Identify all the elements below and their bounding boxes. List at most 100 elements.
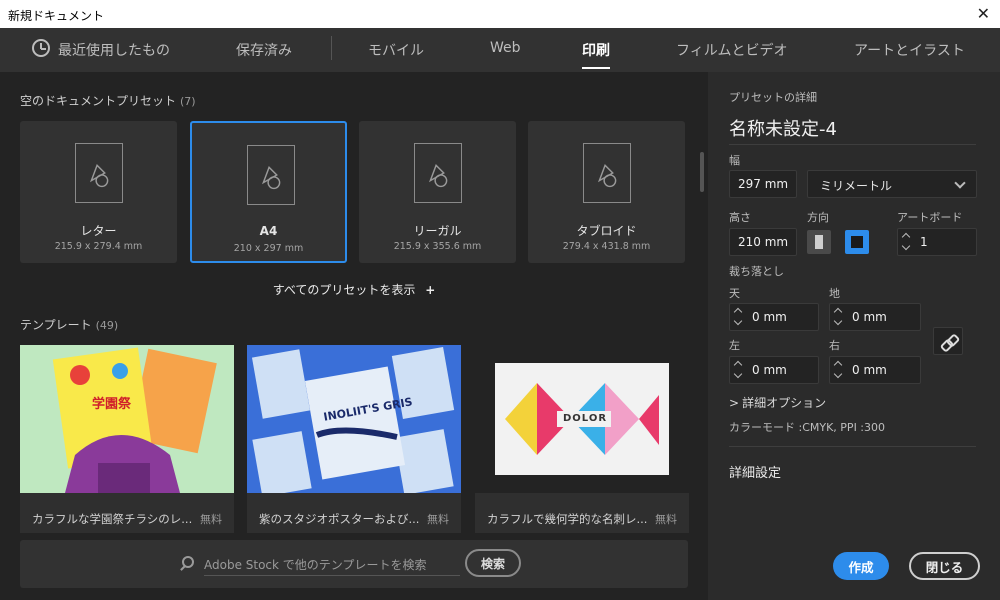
artboard-label: アートボード xyxy=(897,211,963,224)
close-icon[interactable]: ✕ xyxy=(977,4,990,23)
bleed-bottom-label: 地 xyxy=(829,287,840,300)
color-mode-info: カラーモード :CMYK, PPI :300 xyxy=(729,421,886,434)
link-icon[interactable] xyxy=(933,327,963,355)
tab-mobile[interactable]: モバイル xyxy=(368,40,424,60)
presets-title-label: 空のドキュメントプリセット xyxy=(20,94,177,108)
preset-name: レター xyxy=(80,224,117,238)
presets-count: (7) xyxy=(180,95,196,108)
landscape-orientation-button[interactable] xyxy=(845,230,869,254)
templates-count: (49) xyxy=(95,319,119,332)
portrait-orientation-button[interactable] xyxy=(807,230,831,254)
advanced-options-label: 詳細オプション xyxy=(742,396,827,410)
width-field[interactable]: 297 mm xyxy=(729,170,797,198)
bleed-bottom-field[interactable]: 0 mm xyxy=(829,303,921,331)
document-icon xyxy=(583,143,631,203)
preset-size: 210 x 297 mm xyxy=(233,243,304,254)
clock-icon xyxy=(32,39,50,57)
chevron-down-icon xyxy=(954,177,966,189)
landscape-icon xyxy=(851,236,863,248)
title-bar: 新規ドキュメント ✕ xyxy=(0,0,1000,28)
templates-title-label: テンプレート xyxy=(20,318,92,332)
template-price: 無料 xyxy=(427,513,449,526)
templates-section-title: テンプレート (49) xyxy=(20,316,118,333)
preset-size: 279.4 x 431.8 mm xyxy=(562,241,651,252)
template-card-studio-poster[interactable]: INOLIIT'S GRIS 紫のスタジオポスターおよび... 無料 xyxy=(247,345,461,533)
stock-search-bar: 検索 xyxy=(20,540,688,588)
unit-select[interactable]: ミリメートル xyxy=(807,170,977,198)
height-value: 210 mm xyxy=(738,235,789,249)
template-price: 無料 xyxy=(655,513,677,526)
template-thumbnail: INOLIIT'S GRIS xyxy=(247,345,461,493)
close-button[interactable]: 閉じる xyxy=(909,552,980,580)
bleed-right-label: 右 xyxy=(829,339,840,352)
stock-search-input[interactable] xyxy=(204,554,460,576)
template-thumbnail: DOLOR xyxy=(475,345,689,493)
height-label: 高さ xyxy=(729,211,751,224)
artboard-value: 1 xyxy=(920,235,928,249)
preset-browser: 空のドキュメントプリセット (7) レター 215.9 x 279.4 mm A4… xyxy=(0,72,708,600)
stepper-arrows-icon[interactable] xyxy=(833,359,845,381)
bleed-right-field[interactable]: 0 mm xyxy=(829,356,921,384)
bleed-top-label: 天 xyxy=(729,287,740,300)
stepper-arrows-icon[interactable] xyxy=(733,306,745,328)
document-icon xyxy=(247,145,295,205)
width-label: 幅 xyxy=(729,154,740,167)
create-button[interactable]: 作成 xyxy=(833,552,889,580)
studio-poster-image xyxy=(251,346,455,493)
template-price: 無料 xyxy=(200,513,222,526)
orientation-label: 方向 xyxy=(807,211,829,224)
card-thumb-text: DOLOR xyxy=(563,413,608,424)
tab-recent[interactable]: 最近使用したもの xyxy=(58,40,170,60)
template-name: カラフルな学園祭チラシのレ... xyxy=(32,512,193,526)
unit-value: ミリメートル xyxy=(820,179,893,193)
tab-web[interactable]: Web xyxy=(490,40,521,56)
preset-legal[interactable]: リーガル 215.9 x 355.6 mm xyxy=(359,121,516,263)
category-tabs: 最近使用したもの 保存済み モバイル Web 印刷 フィルムとビデオ アートとイ… xyxy=(0,28,1000,72)
document-icon xyxy=(75,143,123,203)
bleed-bottom-value: 0 mm xyxy=(852,310,887,324)
details-header: プリセットの詳細 xyxy=(729,91,817,104)
bleed-left-field[interactable]: 0 mm xyxy=(729,356,819,384)
bleed-left-label: 左 xyxy=(729,339,740,352)
document-name-field[interactable]: 名称未設定-4 xyxy=(729,115,837,141)
height-field[interactable]: 210 mm xyxy=(729,228,797,256)
tab-art-illustration[interactable]: アートとイラスト xyxy=(854,40,965,60)
search-icon xyxy=(182,556,194,568)
festival-thumb-text: 学園祭 xyxy=(92,397,132,412)
template-card-festival[interactable]: 学園祭 カラフルな学園祭チラシのレ... 無料 xyxy=(20,345,234,533)
preset-size: 215.9 x 279.4 mm xyxy=(54,241,143,252)
bleed-right-value: 0 mm xyxy=(852,363,887,377)
template-name: カラフルで幾何学的な名刺レ... xyxy=(487,512,648,526)
tab-saved[interactable]: 保存済み xyxy=(236,40,292,60)
active-tab-indicator xyxy=(582,67,610,69)
tab-film-video[interactable]: フィルムとビデオ xyxy=(676,40,787,60)
stepper-arrows-icon[interactable] xyxy=(833,306,845,328)
show-all-presets-link[interactable]: すべてのプリセットを表示 + xyxy=(0,281,708,298)
bleed-top-value: 0 mm xyxy=(752,310,787,324)
tab-separator xyxy=(331,36,332,60)
search-button[interactable]: 検索 xyxy=(465,549,521,577)
preset-name: A4 xyxy=(259,224,278,238)
template-card-business-card[interactable]: DOLOR カラフルで幾何学的な名刺レ... 無料 xyxy=(475,345,689,533)
preset-tabloid[interactable]: タブロイド 279.4 x 431.8 mm xyxy=(528,121,685,263)
preset-name: リーガル xyxy=(413,224,462,238)
preset-name: タブロイド xyxy=(576,224,637,238)
stepper-arrows-icon[interactable] xyxy=(733,359,745,381)
advanced-options-toggle[interactable]: > 詳細オプション xyxy=(729,394,826,411)
stepper-arrows-icon[interactable] xyxy=(901,231,913,253)
tab-print[interactable]: 印刷 xyxy=(582,40,610,60)
preset-details-panel: プリセットの詳細 名称未設定-4 幅 297 mm ミリメートル 高さ 210 … xyxy=(710,72,1000,600)
bleed-top-field[interactable]: 0 mm xyxy=(729,303,819,331)
template-thumbnail: 学園祭 xyxy=(20,345,234,493)
bleed-left-value: 0 mm xyxy=(752,363,787,377)
scrollbar[interactable] xyxy=(700,152,704,192)
width-value: 297 mm xyxy=(738,177,789,191)
advanced-settings-button[interactable]: 詳細設定 xyxy=(729,462,781,481)
show-all-label: すべてのプリセットを表示 xyxy=(272,283,416,297)
preset-a4[interactable]: A4 210 x 297 mm xyxy=(190,121,347,263)
artboard-stepper[interactable]: 1 xyxy=(897,228,977,256)
bleed-label: 裁ち落とし xyxy=(729,265,784,278)
template-name: 紫のスタジオポスターおよび... xyxy=(259,512,420,526)
preset-size: 215.9 x 355.6 mm xyxy=(393,241,482,252)
preset-letter[interactable]: レター 215.9 x 279.4 mm xyxy=(20,121,177,263)
